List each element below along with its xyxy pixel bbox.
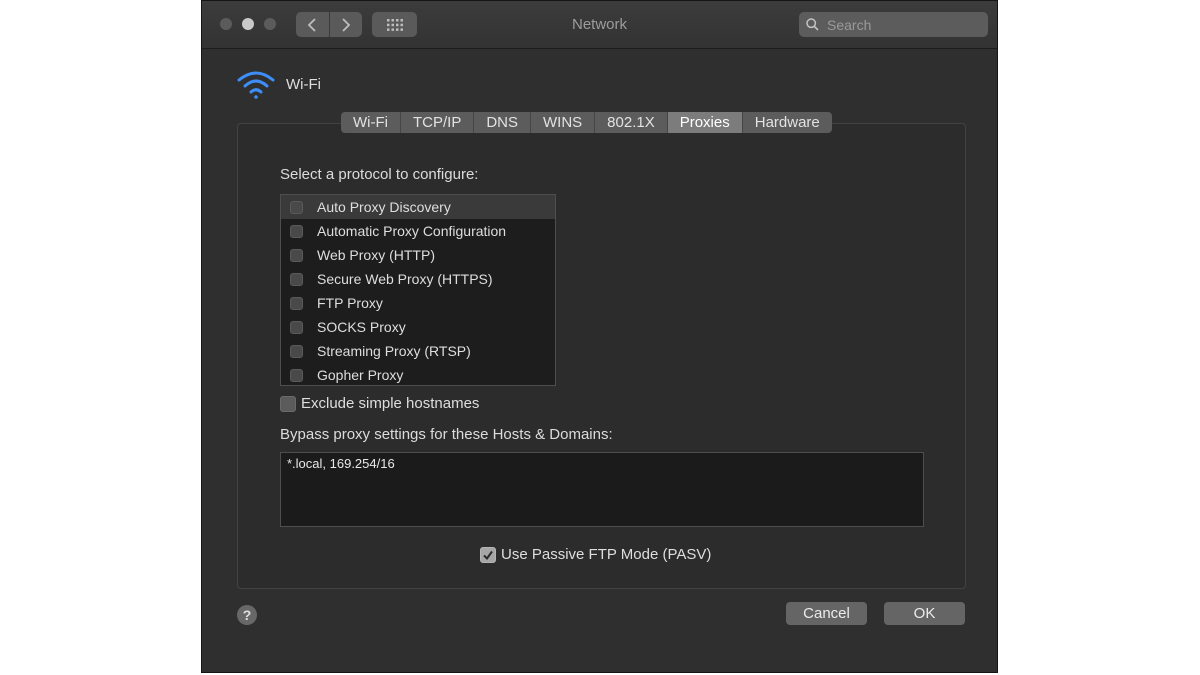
passive-ftp-label: Use Passive FTP Mode (PASV) — [501, 546, 712, 563]
protocol-checkbox[interactable] — [290, 296, 303, 310]
protocol-item-gopher-proxy[interactable]: Gopher Proxy — [281, 363, 555, 387]
protocol-item-auto-proxy-discovery[interactable]: Auto Proxy Discovery — [281, 195, 555, 219]
exclude-simple-hostnames-row[interactable]: Exclude simple hostnames — [280, 395, 479, 412]
tab-bar: Wi-Fi TCP/IP DNS WINS 802.1X Proxies Har… — [341, 112, 832, 133]
tab-hardware[interactable]: Hardware — [741, 112, 832, 133]
select-protocol-label: Select a protocol to configure: — [280, 166, 479, 183]
checkmark-icon — [483, 550, 493, 560]
protocol-checkbox[interactable] — [290, 368, 303, 382]
search-icon — [806, 18, 819, 31]
protocol-checkbox[interactable] — [290, 320, 303, 334]
interface-header: Wi-Fi — [236, 69, 321, 99]
protocol-item-socks-proxy[interactable]: SOCKS Proxy — [281, 315, 555, 339]
protocol-label: Gopher Proxy — [317, 367, 404, 383]
protocol-label: Streaming Proxy (RTSP) — [317, 343, 471, 359]
exclude-simple-hostnames-checkbox[interactable] — [280, 395, 296, 412]
protocol-label: Web Proxy (HTTP) — [317, 247, 435, 263]
protocol-label: Auto Proxy Discovery — [317, 199, 451, 215]
interface-name: Wi-Fi — [286, 75, 321, 93]
protocol-label: Automatic Proxy Configuration — [317, 223, 507, 239]
network-preferences-window: Network Wi-Fi Wi-Fi TCP/IP DNS WINS 802.… — [201, 0, 998, 673]
title-bar: Network — [202, 1, 997, 49]
protocol-label: Secure Web Proxy (HTTPS) — [317, 271, 493, 287]
wifi-icon — [237, 71, 275, 99]
tab-wifi[interactable]: Wi-Fi — [341, 112, 400, 133]
protocol-list: Auto Proxy Discovery Automatic Proxy Con… — [280, 194, 556, 386]
protocol-item-secure-web-proxy-https[interactable]: Secure Web Proxy (HTTPS) — [281, 267, 555, 291]
protocol-label: FTP Proxy — [317, 295, 383, 311]
help-button[interactable]: ? — [237, 605, 257, 625]
bypass-hosts-textarea[interactable]: *.local, 169.254/16 — [280, 452, 924, 527]
tab-dns[interactable]: DNS — [473, 112, 530, 133]
protocol-checkbox[interactable] — [290, 248, 303, 262]
search-input[interactable] — [825, 15, 979, 34]
ok-button[interactable]: OK — [884, 602, 965, 625]
bypass-label: Bypass proxy settings for these Hosts & … — [280, 426, 613, 443]
tab-tcpip[interactable]: TCP/IP — [399, 112, 473, 133]
protocol-item-automatic-proxy-configuration[interactable]: Automatic Proxy Configuration — [281, 219, 555, 243]
tab-wins[interactable]: WINS — [530, 112, 594, 133]
passive-ftp-checkbox[interactable] — [480, 546, 496, 563]
search-field[interactable] — [799, 12, 988, 37]
protocol-checkbox[interactable] — [290, 224, 303, 238]
protocol-checkbox[interactable] — [290, 344, 303, 358]
protocol-checkbox[interactable] — [290, 272, 303, 286]
protocol-item-ftp-proxy[interactable]: FTP Proxy — [281, 291, 555, 315]
tab-proxies[interactable]: Proxies — [666, 112, 742, 133]
protocol-item-web-proxy-http[interactable]: Web Proxy (HTTP) — [281, 243, 555, 267]
exclude-simple-hostnames-label: Exclude simple hostnames — [301, 395, 480, 412]
passive-ftp-row[interactable]: Use Passive FTP Mode (PASV) — [480, 546, 711, 563]
tab-8021x[interactable]: 802.1X — [594, 112, 667, 133]
protocol-label: SOCKS Proxy — [317, 319, 406, 335]
protocol-item-streaming-proxy-rtsp[interactable]: Streaming Proxy (RTSP) — [281, 339, 555, 363]
cancel-button[interactable]: Cancel — [786, 602, 867, 625]
protocol-checkbox[interactable] — [290, 200, 303, 214]
